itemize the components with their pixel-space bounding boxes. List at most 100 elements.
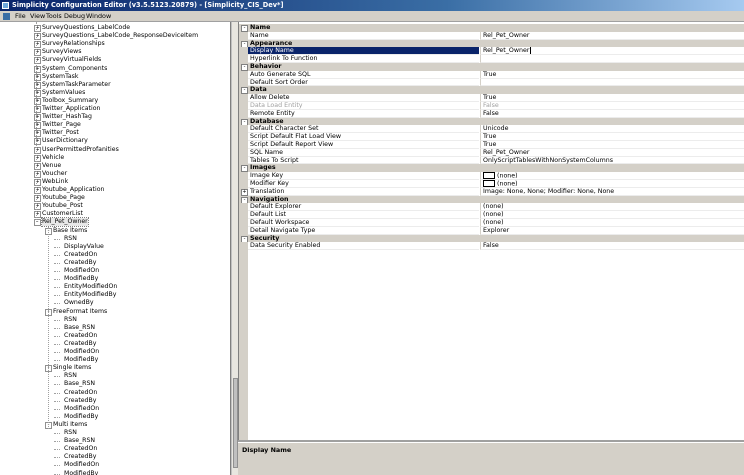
property-value[interactable]: (none) xyxy=(480,211,744,219)
property-name[interactable]: Data Security Enabled xyxy=(248,242,479,251)
property-name[interactable]: Default List xyxy=(248,211,479,219)
property-value[interactable] xyxy=(480,78,744,87)
menu-file[interactable]: File xyxy=(13,11,28,22)
property-name[interactable]: Display Name xyxy=(248,47,479,56)
tree-node-label[interactable]: ModifiedOn xyxy=(64,267,99,275)
tree-node-label[interactable]: ModifiedOn xyxy=(64,405,99,413)
tree-node-field[interactable]: CreatedBy xyxy=(0,453,229,461)
property-name[interactable]: Hyperlink To Function xyxy=(248,55,479,63)
tree-node-label[interactable]: CustomerList xyxy=(42,210,83,218)
tree-node-entity[interactable]: + SystemTask xyxy=(0,73,229,81)
tree-node-field[interactable]: OwnedBy xyxy=(0,299,229,307)
property-value[interactable]: (none) xyxy=(480,203,744,212)
tree-node-field[interactable]: CreatedOn xyxy=(0,445,229,453)
tree-node-entity[interactable]: + SystemValues xyxy=(0,89,229,97)
tree-node-label[interactable]: Vehicle xyxy=(42,154,64,162)
property-name[interactable]: Tables To Script xyxy=(248,157,479,165)
tree-node-field[interactable]: DisplayValue xyxy=(0,243,229,251)
property-row[interactable]: Default List (none) xyxy=(239,211,744,219)
tree-node-label[interactable]: CreatedOn xyxy=(64,445,97,453)
property-name[interactable]: Default Sort Order xyxy=(248,79,479,87)
property-category[interactable]: - Data xyxy=(239,86,744,95)
tree-node-field[interactable]: ModifiedOn xyxy=(0,267,229,275)
property-row[interactable]: Data Load Entity False xyxy=(239,102,744,110)
tree-node-label[interactable]: Toolbox_Summary xyxy=(42,97,98,105)
property-name[interactable]: Script Default Report View xyxy=(248,141,479,149)
property-name[interactable]: Image Key xyxy=(248,172,479,180)
property-row[interactable]: Script Default Report View True xyxy=(239,141,744,149)
property-value[interactable]: False xyxy=(480,242,744,251)
tree-node-label[interactable]: OwnedBy xyxy=(64,299,94,307)
menu-window[interactable]: Window xyxy=(84,11,113,22)
property-row[interactable]: Detail Navigate Type Explorer xyxy=(239,226,744,235)
property-value[interactable]: True xyxy=(480,133,744,141)
tree-node-label[interactable]: SurveyVirtualFields xyxy=(42,56,101,64)
tree-node-entity[interactable]: + SystemTaskParameter xyxy=(0,81,229,89)
property-value[interactable]: Rel_Pet_Owner xyxy=(480,47,744,56)
property-name[interactable]: Remote Entity xyxy=(248,110,479,118)
tree-node-label[interactable]: SystemTaskParameter xyxy=(42,81,111,89)
property-category[interactable]: - Images xyxy=(239,164,744,173)
tree-node-label[interactable]: ModifiedBy xyxy=(64,470,98,475)
tree-node-field[interactable]: ModifiedOn xyxy=(0,461,229,469)
tree-node-field[interactable]: Base_RSN xyxy=(0,380,229,388)
tree-node-label[interactable]: Youtube_Application xyxy=(42,186,104,194)
tree-node-field[interactable]: RSN xyxy=(0,316,229,324)
tree-node-field[interactable]: RSN xyxy=(0,429,229,437)
tree-node-label[interactable]: RSN xyxy=(64,429,77,437)
tree-node-label[interactable]: UserDictionary xyxy=(42,137,88,145)
property-value[interactable]: (none) xyxy=(480,172,744,180)
tree-node-entity[interactable]: + SurveyQuestions_LabelCode_ResponseDevic… xyxy=(0,32,229,41)
tree-node-entity[interactable]: + Voucher xyxy=(0,170,229,178)
tree-node-label[interactable]: SurveyQuestions_LabelCode xyxy=(42,24,130,32)
property-value[interactable]: Explorer xyxy=(480,226,744,235)
tree-node-field[interactable]: CreatedOn xyxy=(0,251,229,259)
tree-node-label[interactable]: CreatedOn xyxy=(64,389,97,397)
tree-node-entity[interactable]: + System_Components xyxy=(0,65,229,73)
property-category[interactable]: - Navigation xyxy=(239,195,744,204)
property-name[interactable]: SQL Name xyxy=(248,149,479,157)
property-row[interactable]: Image Key (none) xyxy=(239,172,744,180)
property-value[interactable]: Unicode xyxy=(480,125,744,134)
tree-node-label[interactable]: CreatedBy xyxy=(64,340,96,348)
tree-node-label[interactable]: CreatedOn xyxy=(64,251,97,259)
tree-node-label[interactable]: Multi Items xyxy=(53,421,87,429)
tree-node-label[interactable]: Base_RSN xyxy=(64,380,95,388)
tree-node-label[interactable]: EntityModifiedBy xyxy=(64,291,116,299)
property-row[interactable]: Hyperlink To Function xyxy=(239,55,744,63)
tree-node-entity[interactable]: + Toolbox_Summary xyxy=(0,97,229,105)
property-row[interactable]: Name Rel_Pet_Owner xyxy=(239,31,744,40)
property-name[interactable]: Modifier Key xyxy=(248,180,479,188)
tree-node-field[interactable]: ModifiedBy xyxy=(0,470,229,475)
tree-node-label[interactable]: Twitter_Application xyxy=(42,105,100,113)
property-value[interactable]: Rel_Pet_Owner xyxy=(480,31,744,40)
tree-node-label[interactable]: Base_RSN xyxy=(64,324,95,332)
property-row[interactable]: Data Security Enabled False xyxy=(239,242,744,251)
property-name[interactable]: Name xyxy=(248,32,479,40)
property-name[interactable]: Translation xyxy=(248,188,479,196)
tree-node-label[interactable]: Rel_Pet_Owner xyxy=(41,217,89,228)
property-row[interactable]: Default Workspace (none) xyxy=(239,219,744,227)
tree-node-label[interactable]: EntityModifiedOn xyxy=(64,283,117,291)
mdi-document-icon[interactable] xyxy=(3,13,10,20)
tree-node-label[interactable]: CreatedBy xyxy=(64,259,96,267)
tree-node-label[interactable]: RSN xyxy=(64,372,77,380)
property-value[interactable]: (none) xyxy=(480,180,744,188)
property-value[interactable]: Image: None, None; Modifier: None, None xyxy=(480,187,744,196)
tree-node-field[interactable]: CreatedBy xyxy=(0,340,229,348)
property-row[interactable]: Display Name Rel_Pet_Owner xyxy=(239,47,744,56)
property-name[interactable]: Data Load Entity xyxy=(248,102,479,110)
property-value[interactable]: False xyxy=(480,102,744,110)
tree-node-label[interactable]: Youtube_Post xyxy=(42,202,83,210)
tree-node-label[interactable]: SurveyRelationships xyxy=(42,40,105,48)
tree-node-label[interactable]: Twitter_HashTag xyxy=(42,113,92,121)
tree-node-label[interactable]: SystemValues xyxy=(42,89,85,97)
tree-node-label[interactable]: ModifiedOn xyxy=(64,348,99,356)
tree-node-field[interactable]: CreatedBy xyxy=(0,397,229,405)
tree-node-label[interactable]: RSN xyxy=(64,235,77,243)
tree-node-entity[interactable]: + Youtube_Page xyxy=(0,194,229,203)
tree-node-label[interactable]: SurveyViews xyxy=(42,48,81,56)
tree-node-field[interactable]: ModifiedOn xyxy=(0,348,229,356)
tree-node-entity[interactable]: + Venue xyxy=(0,162,229,170)
property-row[interactable]: SQL Name Rel_Pet_Owner xyxy=(239,148,744,157)
